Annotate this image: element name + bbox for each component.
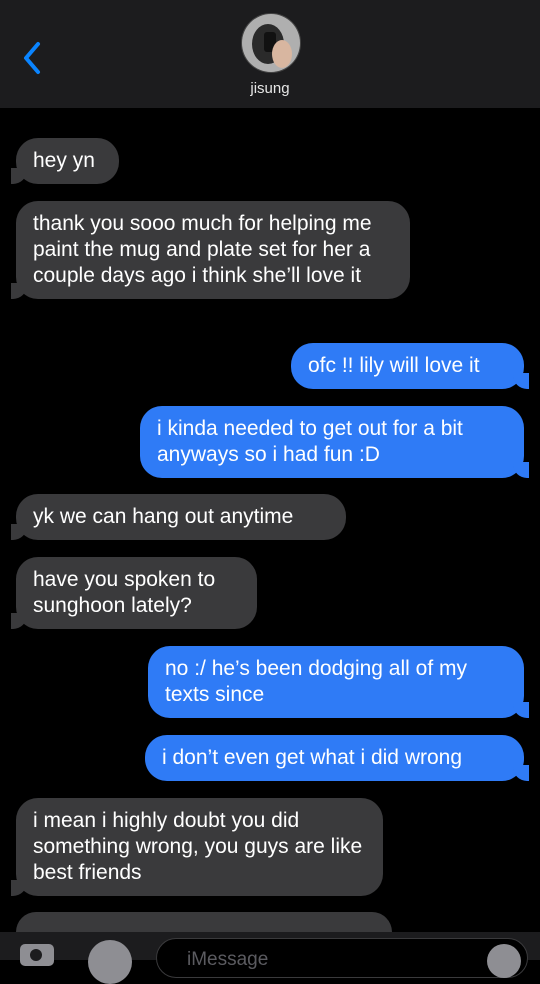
message-outgoing[interactable]: i kinda needed to get out for a bit anyw… [140, 406, 529, 478]
message-outgoing[interactable]: i don’t even get what i did wrong [145, 735, 529, 781]
message-outgoing[interactable]: ofc !! lily will love it [291, 343, 529, 389]
contact-avatar[interactable] [241, 13, 301, 73]
message-input[interactable]: iMessage [156, 938, 528, 978]
camera-icon[interactable] [20, 944, 54, 966]
audio-record-icon[interactable] [487, 944, 521, 978]
app-store-icon[interactable] [88, 940, 132, 984]
message-incoming[interactable]: have you spoken to sunghoon lately? [11, 557, 257, 629]
composer-bar: iMessage [0, 932, 540, 984]
message-outgoing[interactable]: no :/ he’s been dodging all of my texts … [148, 646, 529, 718]
back-chevron-icon[interactable] [18, 40, 48, 76]
message-incoming[interactable]: thank you sooo much for helping me paint… [11, 201, 410, 299]
conversation-header: jisung [0, 0, 540, 108]
message-input-placeholder: iMessage [187, 949, 269, 970]
avatar-photo-icon [242, 14, 300, 72]
message-incoming[interactable]: i mean i highly doubt you did something … [11, 798, 383, 896]
contact-name[interactable]: jisung [0, 80, 540, 97]
message-incoming[interactable]: hey yn [11, 138, 119, 184]
message-incoming[interactable]: yk we can hang out anytime [11, 494, 346, 540]
